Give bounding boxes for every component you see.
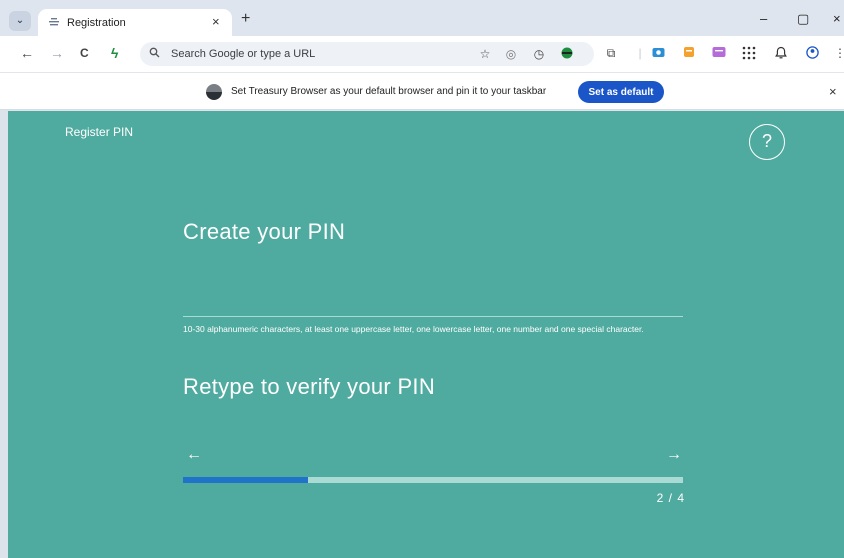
- toolbar-divider: |: [638, 46, 642, 60]
- extensions-icon[interactable]: ⧉: [604, 46, 618, 60]
- progress-fill: [183, 477, 308, 483]
- address-bar[interactable]: Search Google or type a URL ☆ ◎ ◷: [140, 42, 594, 66]
- new-tab-button[interactable]: +: [241, 11, 250, 27]
- forward-button[interactable]: →: [50, 45, 64, 61]
- tab-close-icon[interactable]: ×: [212, 15, 220, 29]
- tab-title: Registration: [67, 17, 126, 29]
- create-pin-underline: [183, 316, 683, 317]
- media-icon[interactable]: [712, 46, 726, 60]
- bookmark-icon[interactable]: [682, 46, 696, 60]
- browser-logo-icon: [206, 84, 222, 100]
- page-indicator: 2 / 4: [656, 491, 685, 505]
- tab-registration[interactable]: Registration ×: [38, 9, 232, 36]
- tab-strip: ⌄ Registration × + – ▢ ×: [0, 0, 844, 36]
- chevron-down-icon: ⌄: [15, 15, 25, 26]
- register-pin-page: Register PIN ? Create your PIN 10-30 alp…: [8, 111, 844, 558]
- search-icon: [149, 47, 160, 61]
- shield-icon[interactable]: ◎: [504, 47, 518, 61]
- next-arrow-button[interactable]: →: [666, 446, 682, 464]
- retype-pin-field[interactable]: Retype to verify your PIN: [183, 374, 435, 400]
- page-title: Register PIN: [65, 125, 134, 139]
- menu-icon[interactable]: ⋮: [834, 46, 844, 60]
- set-as-default-button[interactable]: Set as default: [578, 81, 664, 103]
- help-button[interactable]: ?: [749, 124, 785, 160]
- create-pin-field[interactable]: Create your PIN: [183, 219, 345, 245]
- close-window-button[interactable]: ×: [833, 12, 841, 26]
- apps-grid-icon[interactable]: [742, 46, 756, 60]
- minimize-button[interactable]: –: [760, 12, 767, 26]
- bell-icon[interactable]: [774, 46, 788, 60]
- pin-requirements-hint: 10-30 alphanumeric characters, at least …: [183, 324, 644, 334]
- address-placeholder: Search Google or type a URL: [171, 48, 316, 60]
- tab-search-button[interactable]: ⌄: [9, 11, 31, 31]
- site-favicon-icon: [47, 15, 61, 29]
- camera-icon[interactable]: [651, 46, 665, 60]
- profile-icon[interactable]: [805, 46, 819, 60]
- account-icon[interactable]: [560, 47, 574, 61]
- default-browser-infobar: Set Treasury Browser as your default bro…: [0, 72, 844, 110]
- back-button[interactable]: ←: [20, 45, 34, 61]
- infobar-close-icon[interactable]: ×: [829, 84, 837, 99]
- browser-toolbar: ← → C ϟ Search Google or type a URL ☆ ◎ …: [0, 36, 844, 72]
- timer-icon[interactable]: ◷: [532, 47, 546, 61]
- star-icon[interactable]: ☆: [478, 47, 492, 61]
- progress-bar: [183, 477, 683, 483]
- lightning-icon[interactable]: ϟ: [111, 45, 118, 61]
- maximize-button[interactable]: ▢: [797, 12, 809, 26]
- previous-arrow-button[interactable]: ←: [186, 446, 202, 464]
- reload-button[interactable]: C: [80, 45, 89, 61]
- infobar-message: Set Treasury Browser as your default bro…: [231, 86, 547, 97]
